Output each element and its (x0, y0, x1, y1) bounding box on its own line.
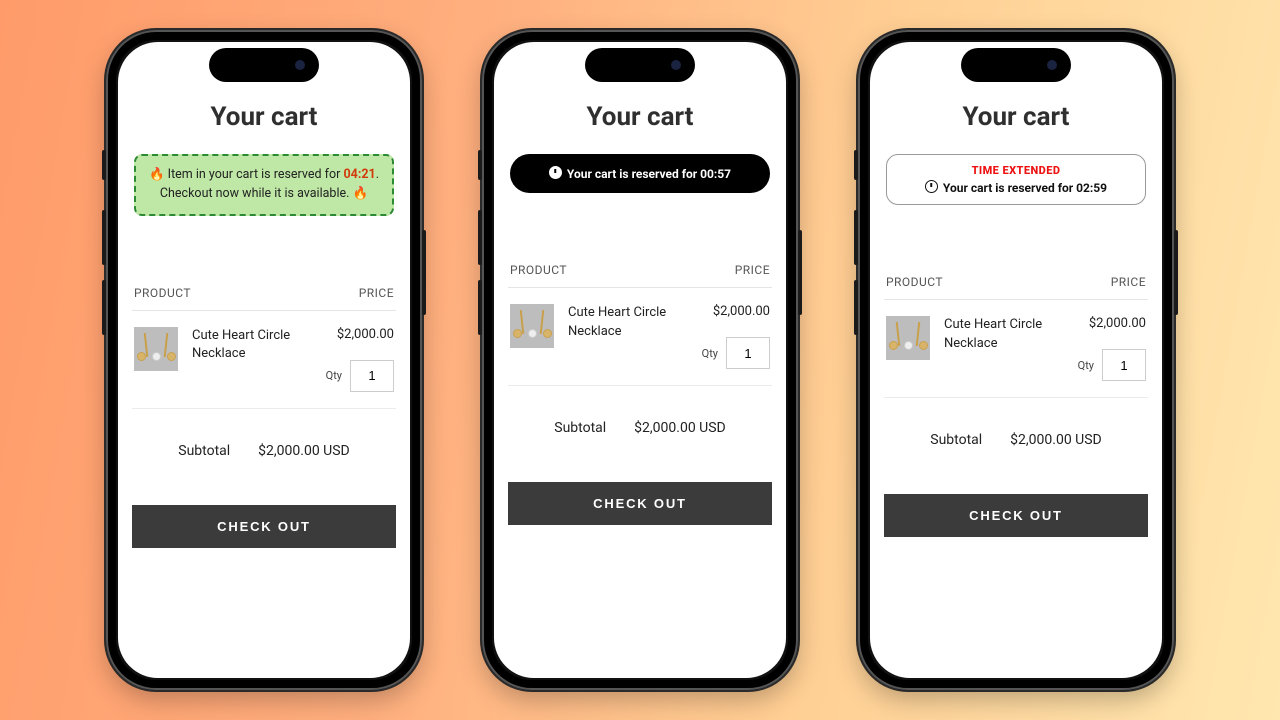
stage: Your cart 🔥 Item in your cart is reserve… (0, 0, 1280, 720)
dynamic-island (585, 48, 695, 82)
qty-label: Qty (702, 347, 718, 360)
page-title: Your cart (132, 102, 396, 132)
subtotal-label: Subtotal (930, 432, 982, 448)
subtotal-value: $2,000.00 USD (258, 443, 350, 459)
phone-mockup: Your cart TIME EXTENDED Your cart is res… (858, 30, 1174, 690)
reservation-timer: 02:59 (1076, 181, 1107, 195)
col-product: PRODUCT (510, 263, 567, 277)
subtotal-row: Subtotal $2,000.00 USD (132, 443, 396, 459)
col-price: PRICE (359, 286, 394, 300)
subtotal-value: $2,000.00 USD (634, 420, 726, 436)
time-extended-label: TIME EXTENDED (895, 164, 1137, 177)
phone-mockup: Your cart Your cart is reserved for 00:5… (482, 30, 798, 690)
dynamic-island (209, 48, 319, 82)
product-thumbnail[interactable] (510, 304, 554, 348)
subtotal-row: Subtotal $2,000.00 USD (884, 432, 1148, 448)
checkout-button[interactable]: CHECK OUT (508, 482, 772, 525)
product-name[interactable]: Cute Heart Circle Necklace (192, 327, 312, 392)
reservation-banner: Your cart is reserved for 00:57 (510, 154, 770, 193)
banner-line2: Checkout now while it is available. 🔥 (160, 186, 368, 201)
column-headers: PRODUCT PRICE (132, 286, 396, 311)
reservation-banner: TIME EXTENDED Your cart is reserved for … (886, 154, 1146, 205)
page-title: Your cart (884, 102, 1148, 132)
product-price: $2,000.00 (326, 327, 394, 342)
cart-row: Cute Heart Circle Necklace $2,000.00 Qty (132, 311, 396, 409)
banner-line1a: 🔥 Item in your cart is reserved for (149, 167, 343, 182)
col-product: PRODUCT (134, 286, 191, 300)
col-price: PRICE (735, 263, 770, 277)
subtotal-label: Subtotal (554, 420, 606, 436)
dynamic-island (961, 48, 1071, 82)
phone-screen: Your cart TIME EXTENDED Your cart is res… (870, 42, 1162, 678)
qty-input[interactable] (350, 360, 394, 392)
timer-icon (925, 180, 938, 193)
col-product: PRODUCT (886, 275, 943, 289)
subtotal-row: Subtotal $2,000.00 USD (508, 420, 772, 436)
subtotal-value: $2,000.00 USD (1010, 432, 1102, 448)
banner-text: Your cart is reserved for (567, 167, 700, 181)
product-name[interactable]: Cute Heart Circle Necklace (568, 304, 688, 369)
reservation-timer: 04:21 (343, 167, 375, 182)
product-name[interactable]: Cute Heart Circle Necklace (944, 316, 1064, 381)
reservation-banner: 🔥 Item in your cart is reserved for 04:2… (134, 154, 394, 216)
banner-text: Your cart is reserved for (943, 181, 1076, 195)
column-headers: PRODUCT PRICE (884, 275, 1148, 300)
qty-label: Qty (326, 369, 342, 382)
cart-row: Cute Heart Circle Necklace $2,000.00 Qty (508, 288, 772, 386)
product-price: $2,000.00 (1078, 316, 1146, 331)
page-title: Your cart (508, 102, 772, 132)
banner-line1b: . (376, 167, 379, 182)
checkout-button[interactable]: CHECK OUT (132, 505, 396, 548)
cart-row: Cute Heart Circle Necklace $2,000.00 Qty (884, 300, 1148, 398)
phone-screen: Your cart 🔥 Item in your cart is reserve… (118, 42, 410, 678)
phone-screen: Your cart Your cart is reserved for 00:5… (494, 42, 786, 678)
qty-input[interactable] (726, 337, 770, 369)
col-price: PRICE (1111, 275, 1146, 289)
qty-label: Qty (1078, 359, 1094, 372)
checkout-button[interactable]: CHECK OUT (884, 494, 1148, 537)
qty-input[interactable] (1102, 349, 1146, 381)
product-thumbnail[interactable] (134, 327, 178, 371)
product-price: $2,000.00 (702, 304, 770, 319)
phone-mockup: Your cart 🔥 Item in your cart is reserve… (106, 30, 422, 690)
column-headers: PRODUCT PRICE (508, 263, 772, 288)
reservation-timer: 00:57 (700, 167, 731, 181)
subtotal-label: Subtotal (178, 443, 230, 459)
product-thumbnail[interactable] (886, 316, 930, 360)
timer-icon (549, 166, 562, 179)
